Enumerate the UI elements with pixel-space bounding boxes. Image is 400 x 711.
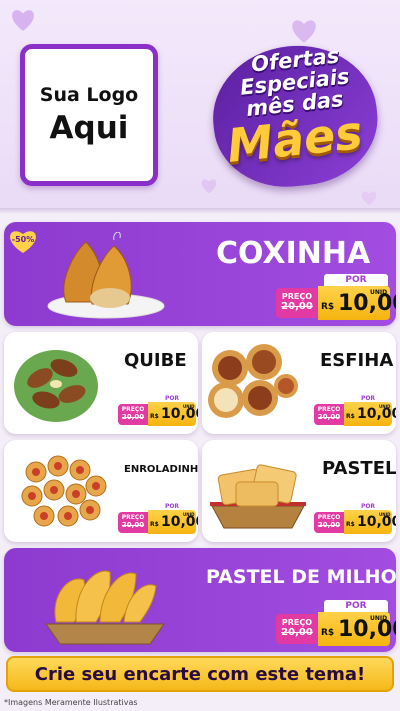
price-tag: POR PREÇO 20,00 R$ 10,00 UNID <box>276 274 396 320</box>
price-unit: UNID <box>379 404 391 409</box>
discount-badge: -50% <box>8 228 38 254</box>
price-old: 20,00 <box>317 413 341 421</box>
price-label: PREÇO <box>121 406 145 413</box>
price-currency: R$ <box>346 521 355 528</box>
promo-title: Ofertas Especiais mês das Mães <box>205 37 385 195</box>
price-new-block: R$ 10,00 UNID <box>344 510 396 534</box>
price-unit: UNID <box>370 289 388 296</box>
price-old: 20,00 <box>121 413 145 421</box>
price-value: 10,00 <box>338 617 396 642</box>
price-old-block: PREÇO 20,00 <box>118 404 148 425</box>
product-name: ENROLADINHO <box>124 464 198 475</box>
product-card-pastel-de-milho[interactable]: PASTEL DE MILHO POR PREÇO 20,00 R$ 10,00… <box>4 548 396 652</box>
header-divider <box>0 208 400 214</box>
product-name: ESFIHA <box>320 350 394 371</box>
price-old-block: PREÇO 20,00 <box>118 512 148 533</box>
disclaimer: *Imagens Meramente Ilustrativas <box>4 698 138 707</box>
price-new-block: R$ 10,00 UNID <box>318 286 396 320</box>
pastel-image <box>206 454 310 534</box>
logo-placeholder: Sua Logo Aqui <box>20 44 158 186</box>
price-currency: R$ <box>321 628 335 638</box>
product-card-enroladinho[interactable]: ENROLADINHO POR PREÇO 20,00 R$ 10,00 UNI… <box>4 440 198 542</box>
price-new-block: R$ 10,00 UNID <box>148 510 198 534</box>
product-name: PASTEL <box>322 458 396 479</box>
price-label: PREÇO <box>121 514 145 521</box>
price-currency: R$ <box>150 521 159 528</box>
price-old-block: PREÇO 20,00 <box>276 614 318 644</box>
price-currency: R$ <box>321 302 335 312</box>
product-card-esfiha[interactable]: ESFIHA POR PREÇO 20,00 R$ 10,00 UNID <box>202 332 396 434</box>
product-name: QUIBE <box>124 350 187 371</box>
price-currency: R$ <box>346 413 355 420</box>
product-name: COXINHA <box>216 236 371 271</box>
price-tag: POR PREÇO 20,00 R$ 10,00 UNID <box>314 502 396 534</box>
price-old-block: PREÇO 20,00 <box>314 404 344 425</box>
heart-icon <box>360 190 378 206</box>
price-tag: POR PREÇO 20,00 R$ 10,00 UNID <box>118 394 198 426</box>
price-old-block: PREÇO 20,00 <box>314 512 344 533</box>
price-unit: UNID <box>379 512 391 517</box>
cta-banner[interactable]: Crie seu encarte com este tema! <box>6 656 394 692</box>
price-unit: UNID <box>370 615 388 622</box>
discount-badge-text: -50% <box>11 235 35 244</box>
logo-line-1: Sua Logo <box>39 84 139 106</box>
pastel-de-milho-image <box>40 554 170 648</box>
price-label: PREÇO <box>317 514 341 521</box>
price-label: PREÇO <box>281 618 313 627</box>
price-old-block: PREÇO 20,00 <box>276 288 318 318</box>
heart-icon <box>10 8 36 32</box>
coxinha-image <box>44 231 169 320</box>
product-card-coxinha[interactable]: -50% COXINHA POR PREÇO 20,00 R$ 10,00 UN… <box>4 222 396 326</box>
price-old: 20,00 <box>281 627 313 638</box>
price-old: 20,00 <box>281 301 313 312</box>
quibe-image <box>10 338 102 426</box>
price-value: 10,00 <box>338 291 396 316</box>
logo-line-2: Aqui <box>49 110 129 146</box>
price-por-label: POR <box>324 600 388 612</box>
product-card-quibe[interactable]: QUIBE POR PREÇO 20,00 R$ 10,00 UNID <box>4 332 198 434</box>
price-new-block: R$ 10,00 UNID <box>148 402 198 426</box>
price-por-label: POR <box>324 274 388 286</box>
price-tag: POR PREÇO 20,00 R$ 10,00 UNID <box>314 394 396 426</box>
product-card-pastel[interactable]: PASTEL POR PREÇO 20,00 R$ 10,00 UNID <box>202 440 396 542</box>
price-label: PREÇO <box>281 292 313 301</box>
price-label: PREÇO <box>317 406 341 413</box>
price-new-block: R$ 10,00 UNID <box>318 612 396 646</box>
price-unit: UNID <box>183 512 195 517</box>
price-currency: R$ <box>150 413 159 420</box>
enroladinho-image <box>16 450 108 534</box>
price-old: 20,00 <box>121 521 145 529</box>
price-old: 20,00 <box>317 521 341 529</box>
price-new-block: R$ 10,00 UNID <box>344 402 396 426</box>
header: Sua Logo Aqui Ofertas Especiais mês das … <box>0 0 400 210</box>
product-name: PASTEL DE MILHO <box>206 566 396 588</box>
esfiha-image <box>206 338 298 426</box>
price-unit: UNID <box>183 404 195 409</box>
price-tag: POR PREÇO 20,00 R$ 10,00 UNID <box>276 600 396 646</box>
price-tag: POR PREÇO 20,00 R$ 10,00 UNID <box>118 502 198 534</box>
